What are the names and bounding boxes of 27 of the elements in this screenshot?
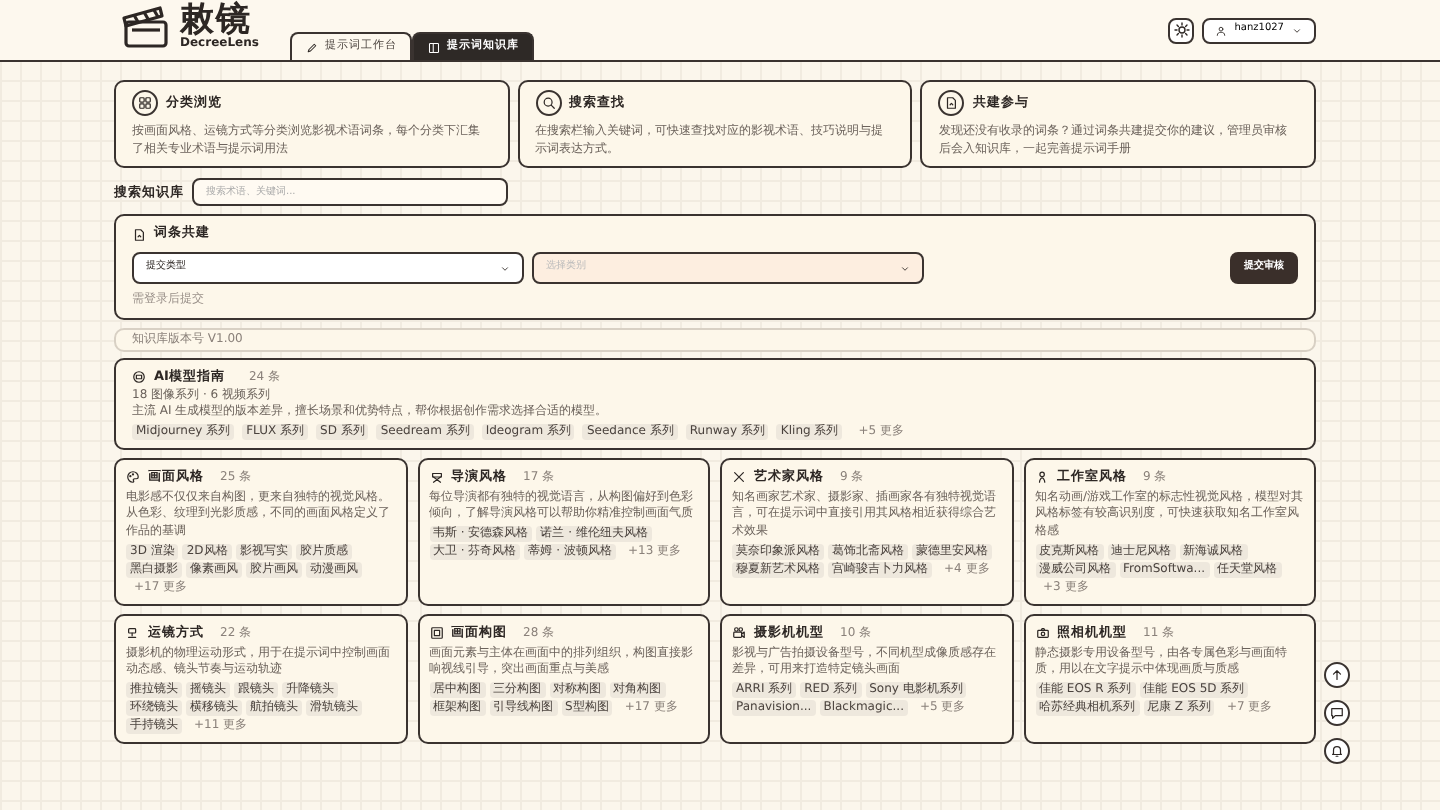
figure-icon <box>1035 470 1049 485</box>
frame-icon <box>429 626 443 641</box>
floating-button[interactable] <box>1324 700 1350 726</box>
camera-icon <box>1035 626 1049 641</box>
caret-icon <box>1292 25 1302 35</box>
pencil-icon <box>306 41 319 53</box>
chat-icon <box>1330 706 1344 720</box>
grid-icon <box>138 96 152 110</box>
clapperboard-logo-icon <box>120 0 172 52</box>
sun-icon <box>1173 22 1190 38</box>
caret-icon <box>500 263 510 274</box>
person-icon <box>1216 25 1227 35</box>
bell-icon <box>1330 744 1344 758</box>
document-icon <box>944 96 959 110</box>
movie-camera-icon <box>732 626 746 641</box>
search-icon <box>541 96 556 110</box>
camera-dolly-icon <box>126 626 140 641</box>
document-icon <box>132 227 146 242</box>
layout-icon <box>428 41 441 53</box>
arrow-up-icon <box>1330 668 1344 682</box>
palette-icon <box>126 470 140 485</box>
theme-toggle-button[interactable] <box>1168 17 1195 43</box>
floating-button[interactable] <box>1324 662 1350 688</box>
director-chair-icon <box>429 470 443 485</box>
floating-button[interactable] <box>1324 738 1350 764</box>
caret-icon <box>900 263 910 274</box>
logo-title: 敕镜 <box>180 3 252 37</box>
